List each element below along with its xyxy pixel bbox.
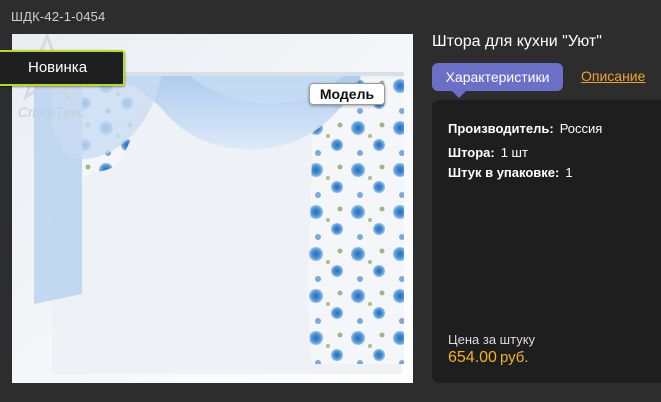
price-value: 654.00 руб.: [448, 349, 529, 367]
spec-row-manufacturer: Производитель: Россия: [448, 121, 602, 136]
price-label: Цена за штуку: [448, 332, 536, 347]
spec-label: Штора:: [448, 145, 495, 160]
product-title: Штора для кухни "Уют": [432, 33, 602, 50]
watermark-text: СтарТекс: [18, 104, 85, 120]
spec-value: 1 шт: [500, 145, 528, 160]
spec-row-pack-qty: Штук в упаковке: 1: [448, 165, 573, 180]
spec-value: 1: [565, 165, 573, 180]
spec-value: Россия: [559, 121, 603, 136]
tab-description[interactable]: Описание: [581, 68, 645, 84]
model-badge[interactable]: Модель: [309, 83, 385, 105]
specs-panel: Производитель: Россия Штора: 1 шт Штук в у…: [432, 100, 661, 383]
new-badge: Новинка: [0, 50, 125, 86]
spec-row-curtain: Штора: 1 шт: [448, 145, 528, 160]
price-amount: 654.00: [448, 349, 497, 366]
spec-label: Штук в упаковке:: [448, 165, 560, 180]
tab-characteristics[interactable]: Характеристики: [432, 63, 563, 98]
product-code: ШДК-42-1-0454: [11, 9, 106, 24]
price-currency: руб.: [499, 349, 529, 366]
spec-label: Производитель:: [448, 121, 554, 136]
